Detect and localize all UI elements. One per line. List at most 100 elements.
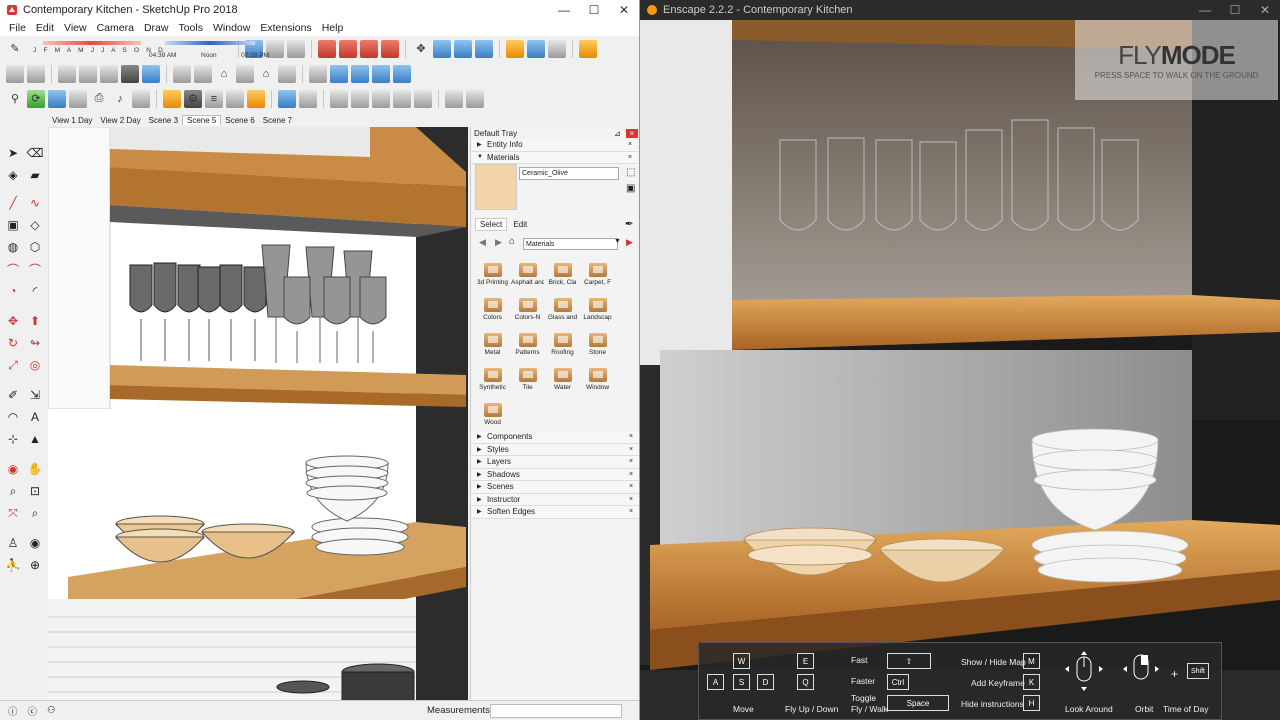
material-swatch[interactable] <box>475 164 517 210</box>
folder-item[interactable]: Brick, Cla <box>545 260 580 292</box>
enscape-minimize-button[interactable]: — <box>1190 0 1220 20</box>
video-camera-icon[interactable]: ⎙ <box>90 90 108 108</box>
previous-view-icon[interactable]: ⌕ <box>26 504 44 522</box>
3d-text-icon[interactable]: ▲ <box>26 430 44 448</box>
settings-gear-icon[interactable]: ⚙ <box>184 89 202 108</box>
polygon-tool-icon[interactable]: ⬡ <box>26 238 44 256</box>
folder-item[interactable]: Stone <box>580 330 615 362</box>
enscape-start-icon[interactable] <box>506 39 524 58</box>
stamp-icon[interactable] <box>351 64 369 83</box>
xray-icon[interactable] <box>58 64 76 83</box>
create-material-icon[interactable]: ⬚ <box>626 167 635 178</box>
tab-select[interactable]: Select <box>475 218 508 231</box>
sandbox-icon[interactable] <box>309 64 327 83</box>
user-icon[interactable]: ⚇ <box>47 705 56 716</box>
feedback-icon[interactable] <box>226 89 244 108</box>
terrain-icon[interactable] <box>330 64 348 83</box>
menu-help[interactable]: Help <box>317 22 349 34</box>
view-iso-icon[interactable] <box>173 64 191 83</box>
back-arrow-icon[interactable]: ◀ <box>479 237 486 248</box>
rotated-rect-icon[interactable]: ◇ <box>26 216 44 234</box>
view-left-icon[interactable] <box>278 64 296 83</box>
sketchup-viewport[interactable] <box>48 127 468 700</box>
export-icon[interactable] <box>278 89 296 108</box>
flip-edge-icon[interactable] <box>393 64 411 83</box>
close-button[interactable]: ✕ <box>609 0 639 20</box>
menu-view[interactable]: View <box>59 22 92 34</box>
orbit-tool-icon[interactable]: ◉ <box>4 460 22 478</box>
section-close-icon[interactable]: × <box>629 446 639 453</box>
circle-tool-icon[interactable]: ◍ <box>4 238 22 256</box>
text-tool-icon[interactable]: A <box>26 408 44 426</box>
push-pull-icon[interactable]: ⬆ <box>26 312 44 330</box>
section-materials[interactable]: ▼ Materials × <box>471 151 638 164</box>
folder-item[interactable]: Metal <box>475 330 510 362</box>
home-icon[interactable]: ⌂ <box>509 236 515 247</box>
section-styles[interactable]: ▶ Styles × <box>471 443 639 456</box>
details-arrow-icon[interactable]: ▶ <box>626 237 633 248</box>
extension-warehouse-icon[interactable] <box>360 39 378 58</box>
section-entity-info[interactable]: ▶ Entity Info × <box>471 139 638 152</box>
section-plane-tool-icon[interactable]: ⊕ <box>26 556 44 574</box>
arc-tool-icon[interactable]: ⌒ <box>4 260 22 278</box>
component-icon[interactable] <box>579 39 597 58</box>
section-close-icon[interactable]: × <box>628 154 638 161</box>
eraser-icon[interactable]: ⌫ <box>26 144 44 162</box>
zoom-window-icon[interactable]: ⊡ <box>26 482 44 500</box>
zoom-tool-icon[interactable]: ⌕ <box>4 482 22 500</box>
enscape-settings-icon[interactable] <box>548 39 566 58</box>
shield-icon[interactable] <box>247 89 265 108</box>
position-camera-icon[interactable] <box>48 89 66 108</box>
select-arrow-icon[interactable]: ➤ <box>4 144 22 162</box>
shaded-icon[interactable] <box>142 64 160 83</box>
scale-tool-icon[interactable]: ⤢ <box>4 356 22 374</box>
extension-icon[interactable] <box>287 39 305 58</box>
pie-tool-icon[interactable]: ◔ <box>4 282 22 300</box>
move-axis-icon[interactable]: ✥ <box>412 40 430 58</box>
section-shadows[interactable]: ▶ Shadows × <box>471 468 639 481</box>
folder-item[interactable]: Synthetic <box>475 365 510 397</box>
wireframe-icon[interactable] <box>100 64 118 83</box>
iso-view-icon[interactable] <box>6 64 24 83</box>
material-name-field[interactable]: Ceramic_Olive <box>519 167 619 180</box>
library-dropdown[interactable]: Materials <box>523 238 618 250</box>
scene-tab-3[interactable]: Scene 3 <box>145 116 182 125</box>
protractor-icon[interactable]: ◠ <box>4 408 22 426</box>
menu-tools[interactable]: Tools <box>173 22 208 34</box>
section-close-icon[interactable]: × <box>629 508 639 515</box>
hidden-line-icon[interactable] <box>121 64 139 83</box>
scene-tab-6[interactable]: Scene 6 <box>221 116 258 125</box>
scene-tab-5[interactable]: Scene 5 <box>182 115 222 125</box>
section-layers[interactable]: ▶ Layers × <box>471 456 639 469</box>
menu-edit[interactable]: Edit <box>31 22 59 34</box>
measurements-input[interactable] <box>490 703 622 718</box>
section-soften-edges[interactable]: ▶ Soften Edges × <box>471 506 639 519</box>
folder-item[interactable]: Water <box>545 365 580 397</box>
zoom-extents-icon[interactable]: ⤧ <box>4 504 22 522</box>
folder-item[interactable]: Roofing <box>545 330 580 362</box>
exe-export-icon[interactable] <box>299 89 317 108</box>
model-info-icon[interactable] <box>318 39 336 58</box>
geo-location-icon[interactable]: ⓘ <box>8 704 18 718</box>
top-view-icon[interactable] <box>27 64 45 83</box>
forward-arrow-icon[interactable]: ▶ <box>495 237 502 248</box>
folder-item[interactable]: Colors-N <box>510 295 545 327</box>
dimension-icon[interactable]: ⇲ <box>26 386 44 404</box>
solid-trim-icon[interactable] <box>393 89 411 108</box>
pencil-icon[interactable]: ✎ <box>6 40 24 58</box>
scene-tab-7[interactable]: Scene 7 <box>259 116 296 125</box>
maximize-button[interactable]: ☐ <box>579 0 609 20</box>
folder-item[interactable]: 3d Printing <box>475 260 510 292</box>
section-close-icon[interactable]: × <box>628 141 638 148</box>
section-close-icon[interactable]: × <box>629 458 639 465</box>
walk-tool-icon[interactable]: ⛹ <box>4 556 22 574</box>
enscape-render-view[interactable] <box>640 20 1280 720</box>
pin-icon[interactable]: ⊿ <box>614 129 626 138</box>
section-scenes[interactable]: ▶ Scenes × <box>471 481 639 494</box>
enscape-maximize-button[interactable]: ☐ <box>1220 0 1250 20</box>
tray-close-icon[interactable]: × <box>626 128 638 138</box>
folder-item[interactable]: Wood <box>475 400 510 432</box>
menu-extensions[interactable]: Extensions <box>255 22 316 34</box>
folder-item[interactable]: Glass and <box>545 295 580 327</box>
follow-me-icon[interactable]: ↬ <box>26 334 44 352</box>
